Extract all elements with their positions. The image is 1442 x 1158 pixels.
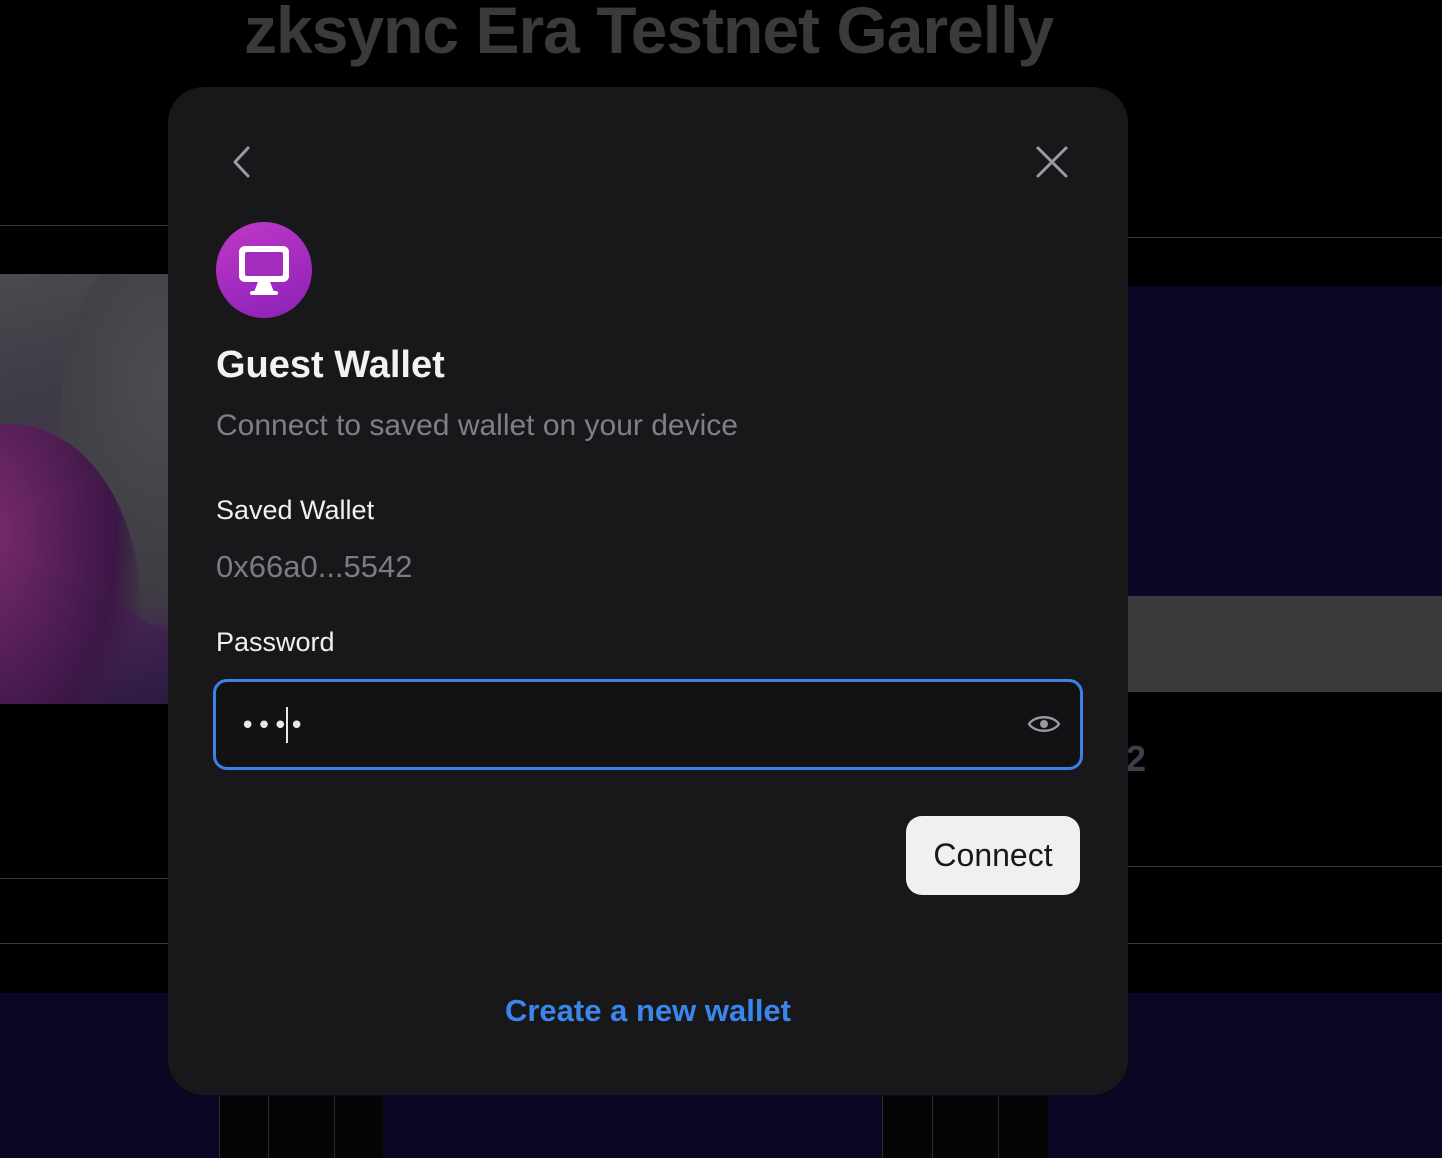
toggle-password-visibility-button[interactable] [1024, 704, 1064, 744]
background-partial-text: 2 [1126, 738, 1147, 779]
background-divider [1126, 237, 1442, 238]
background-page-title: zksync Era Testnet Garelly [244, 0, 1054, 67]
close-button[interactable] [1028, 138, 1076, 186]
background-divider [998, 1096, 999, 1158]
text-caret [286, 707, 288, 743]
guest-wallet-avatar [216, 222, 312, 318]
saved-wallet-label: Saved Wallet [216, 495, 375, 525]
background-bar [1128, 596, 1442, 692]
connect-button[interactable]: Connect [906, 816, 1080, 895]
password-label: Password [216, 627, 335, 657]
background-divider [334, 1096, 335, 1158]
modal-subtitle: Connect to saved wallet on your device [216, 409, 738, 442]
saved-wallet-address: 0x66a0...5542 [216, 549, 413, 584]
password-input[interactable] [238, 682, 1002, 769]
background-divider [268, 1096, 269, 1158]
modal-title: Guest Wallet [216, 344, 445, 386]
password-field[interactable] [213, 679, 1083, 770]
chevron-left-icon [233, 146, 250, 178]
background-image-panel [1128, 286, 1442, 596]
background-block [882, 1096, 1048, 1158]
back-button[interactable] [218, 138, 266, 186]
background-divider [932, 1096, 933, 1158]
background-image-panel [0, 274, 168, 704]
guest-wallet-modal: Guest Wallet Connect to saved wallet on … [168, 87, 1128, 1095]
background-divider [0, 225, 170, 226]
close-icon [1036, 146, 1068, 178]
background-divider [1126, 866, 1442, 867]
monitor-icon [239, 246, 289, 295]
eye-icon [1027, 716, 1061, 732]
background-block [219, 1096, 383, 1158]
create-new-wallet-link[interactable]: Create a new wallet [168, 993, 1128, 1029]
background-divider [0, 878, 170, 879]
